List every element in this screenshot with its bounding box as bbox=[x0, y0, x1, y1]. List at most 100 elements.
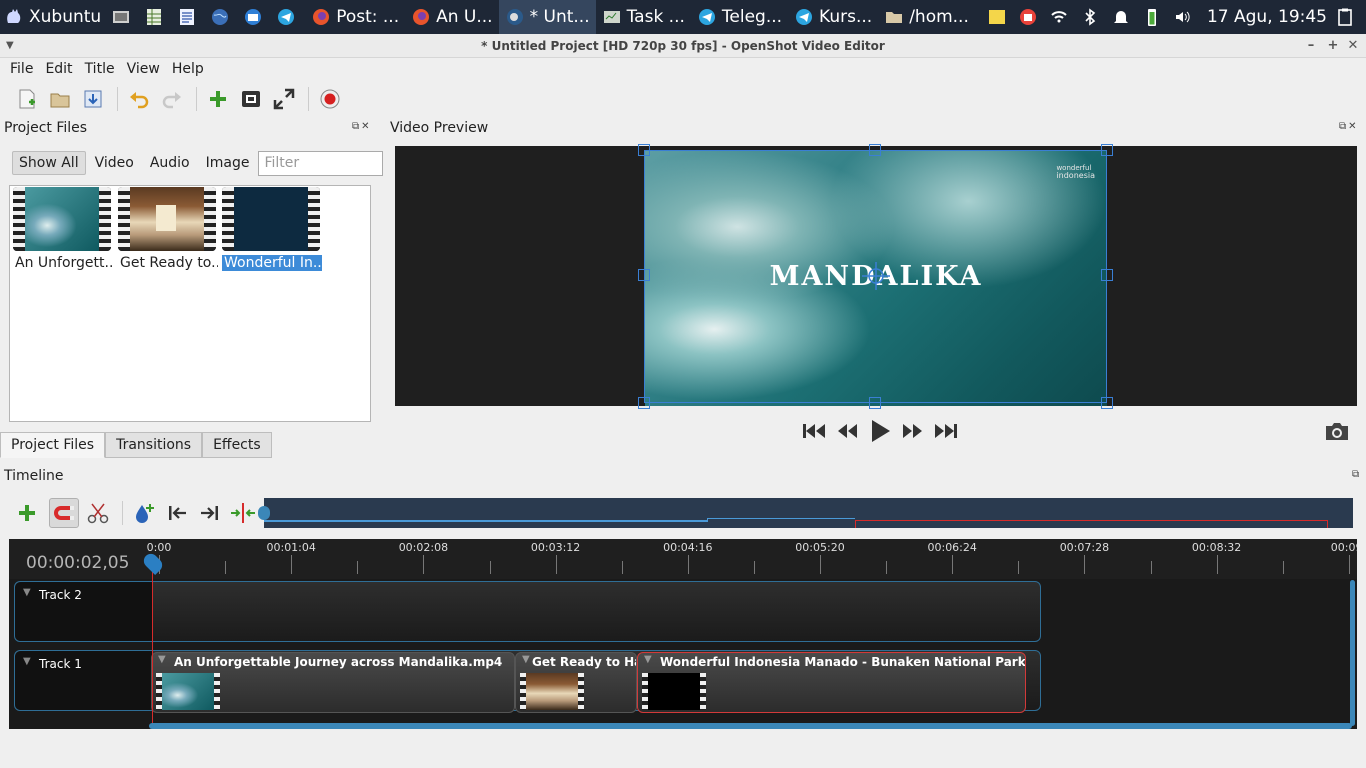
telegram-icon bbox=[278, 9, 295, 25]
track-collapse-icon[interactable]: ▼ bbox=[23, 587, 31, 598]
taskbar-window-5[interactable]: Teleg... bbox=[691, 0, 788, 34]
menu-help[interactable]: Help bbox=[166, 61, 210, 77]
tray-notifications[interactable] bbox=[1108, 0, 1139, 34]
tab-project-files[interactable]: Project Files bbox=[0, 432, 106, 458]
filter-input[interactable] bbox=[258, 150, 384, 176]
transform-handle-top-right[interactable] bbox=[1101, 144, 1113, 156]
close-icon[interactable]: ✕ bbox=[1346, 34, 1360, 58]
transform-handle-bottom-right[interactable] bbox=[1101, 397, 1113, 409]
clock[interactable]: 17 Agu, 19:45 bbox=[1201, 0, 1333, 34]
next-marker-button[interactable] bbox=[195, 498, 225, 528]
launcher-desktop[interactable] bbox=[107, 0, 140, 34]
launcher-spreadsheet[interactable] bbox=[140, 0, 173, 34]
track-collapse-icon[interactable]: ▼ bbox=[23, 656, 31, 667]
taskbar-window-2[interactable]: An U... bbox=[405, 0, 498, 34]
clip-menu-icon[interactable]: ▼ bbox=[522, 654, 530, 665]
tray-volume[interactable] bbox=[1170, 0, 1201, 34]
tray-calendar[interactable] bbox=[1015, 0, 1046, 34]
fast-forward-button[interactable] bbox=[896, 418, 929, 444]
tray-clipboard[interactable] bbox=[1333, 0, 1366, 34]
overview-playhead[interactable] bbox=[258, 506, 270, 520]
transform-origin-crosshair-icon[interactable] bbox=[862, 262, 890, 290]
undo-button[interactable] bbox=[124, 84, 154, 114]
launcher-telegram[interactable] bbox=[272, 0, 305, 34]
export-video-button[interactable] bbox=[315, 84, 345, 114]
taskbar-window-1[interactable]: Post: ... bbox=[305, 0, 405, 34]
start-menu-button[interactable]: Xubuntu bbox=[0, 0, 107, 34]
window-menu-icon[interactable]: ▼ bbox=[6, 34, 14, 58]
rewind-button[interactable] bbox=[830, 418, 863, 444]
snapshot-button[interactable] bbox=[1324, 420, 1350, 446]
choose-profile-button[interactable] bbox=[236, 84, 266, 114]
track-header[interactable]: ▼ Track 2 bbox=[15, 582, 152, 641]
taskbar-window-4[interactable]: Task ... bbox=[596, 0, 691, 34]
menu-title[interactable]: Title bbox=[79, 61, 121, 77]
track-header[interactable]: ▼ Track 1 bbox=[15, 651, 152, 710]
previous-marker-button[interactable] bbox=[162, 498, 192, 528]
jump-start-button[interactable] bbox=[797, 418, 830, 444]
project-files-list[interactable]: An Unforgett... Get Ready to... Wonderfu… bbox=[9, 185, 371, 422]
import-files-button[interactable] bbox=[203, 84, 233, 114]
tray-bluetooth[interactable] bbox=[1077, 0, 1108, 34]
timeline-clip-selected[interactable]: ▼ Wonderful Indonesia Manado - Bunaken N… bbox=[637, 652, 1026, 713]
project-file-item[interactable]: Wonderful In... bbox=[222, 187, 322, 271]
maximize-icon[interactable]: + bbox=[1326, 34, 1340, 58]
project-file-item[interactable]: Get Ready to... bbox=[118, 187, 218, 271]
tray-wifi[interactable] bbox=[1046, 0, 1077, 34]
track-1[interactable]: ▼ Track 1 ▼ An Unforgettable Journey acr… bbox=[14, 650, 1041, 713]
menu-edit[interactable]: Edit bbox=[39, 61, 78, 77]
timeline-ruler[interactable]: 00:00:02,05 0:00 00:01:04 00:02:08 00:03:12… bbox=[9, 539, 1357, 579]
minimize-icon[interactable]: – bbox=[1304, 34, 1318, 58]
razor-tool-button[interactable] bbox=[83, 498, 113, 528]
transform-handle-right[interactable] bbox=[1101, 269, 1113, 281]
fullscreen-button[interactable] bbox=[269, 84, 299, 114]
timeline-overview-minimap[interactable] bbox=[258, 498, 1353, 528]
plus-icon bbox=[19, 505, 35, 521]
playhead-line[interactable] bbox=[152, 559, 153, 729]
project-files-dock-buttons[interactable]: ⧉✕ bbox=[352, 121, 372, 132]
timeline-clip[interactable]: ▼ Get Ready to Ha... bbox=[515, 652, 637, 713]
transform-handle-bottom-left[interactable] bbox=[638, 397, 650, 409]
play-button[interactable] bbox=[863, 418, 896, 444]
taskbar-window-6[interactable]: Kurs... bbox=[788, 0, 878, 34]
timeline-horizontal-scrollbar[interactable] bbox=[149, 723, 1352, 729]
filter-show-all[interactable]: Show All bbox=[12, 151, 86, 175]
snapping-toggle[interactable] bbox=[49, 498, 79, 528]
launcher-browser[interactable] bbox=[206, 0, 239, 34]
project-file-item[interactable]: An Unforgett... bbox=[13, 187, 113, 271]
menu-view[interactable]: View bbox=[121, 61, 166, 77]
tray-battery[interactable] bbox=[1139, 0, 1170, 34]
center-on-playhead-button[interactable] bbox=[228, 498, 258, 528]
save-project-button[interactable] bbox=[78, 84, 108, 114]
timeline-vertical-scrollbar[interactable] bbox=[1350, 580, 1355, 726]
transform-handle-bottom[interactable] bbox=[869, 397, 881, 409]
taskbar-window-3[interactable]: * Unt... bbox=[498, 0, 596, 34]
launcher-document[interactable] bbox=[173, 0, 206, 34]
clip-menu-icon[interactable]: ▼ bbox=[158, 654, 166, 665]
clip-menu-icon[interactable]: ▼ bbox=[644, 654, 652, 665]
add-track-button[interactable] bbox=[12, 498, 42, 528]
timeline-clip[interactable]: ▼ An Unforgettable Journey across Mandal… bbox=[151, 652, 515, 713]
track-2[interactable]: ▼ Track 2 bbox=[14, 581, 1041, 642]
timeline-dock-buttons[interactable]: ⧉ bbox=[1352, 469, 1361, 480]
transform-handle-left[interactable] bbox=[638, 269, 650, 281]
ruler-tick bbox=[555, 555, 557, 574]
new-project-button[interactable] bbox=[12, 84, 42, 114]
video-preview-dock-buttons[interactable]: ⧉✕ bbox=[1339, 121, 1359, 132]
add-marker-button[interactable] bbox=[129, 498, 159, 528]
menu-file[interactable]: File bbox=[4, 61, 39, 77]
redo-button[interactable] bbox=[157, 84, 187, 114]
taskbar-window-7[interactable]: /hom... bbox=[878, 0, 975, 34]
filter-image[interactable]: Image bbox=[199, 151, 257, 175]
transform-handle-top-left[interactable] bbox=[638, 144, 650, 156]
tab-transitions[interactable]: Transitions bbox=[105, 432, 203, 458]
jump-end-button[interactable] bbox=[929, 418, 962, 444]
timeline-area[interactable]: 00:00:02,05 0:00 00:01:04 00:02:08 00:03:12… bbox=[9, 539, 1357, 729]
open-project-button[interactable] bbox=[45, 84, 75, 114]
tray-notes[interactable] bbox=[984, 0, 1015, 34]
launcher-thunderbird[interactable] bbox=[239, 0, 272, 34]
filter-video[interactable]: Video bbox=[88, 151, 141, 175]
tab-effects[interactable]: Effects bbox=[202, 432, 272, 458]
filter-audio[interactable]: Audio bbox=[143, 151, 197, 175]
transform-handle-top[interactable] bbox=[869, 144, 881, 156]
